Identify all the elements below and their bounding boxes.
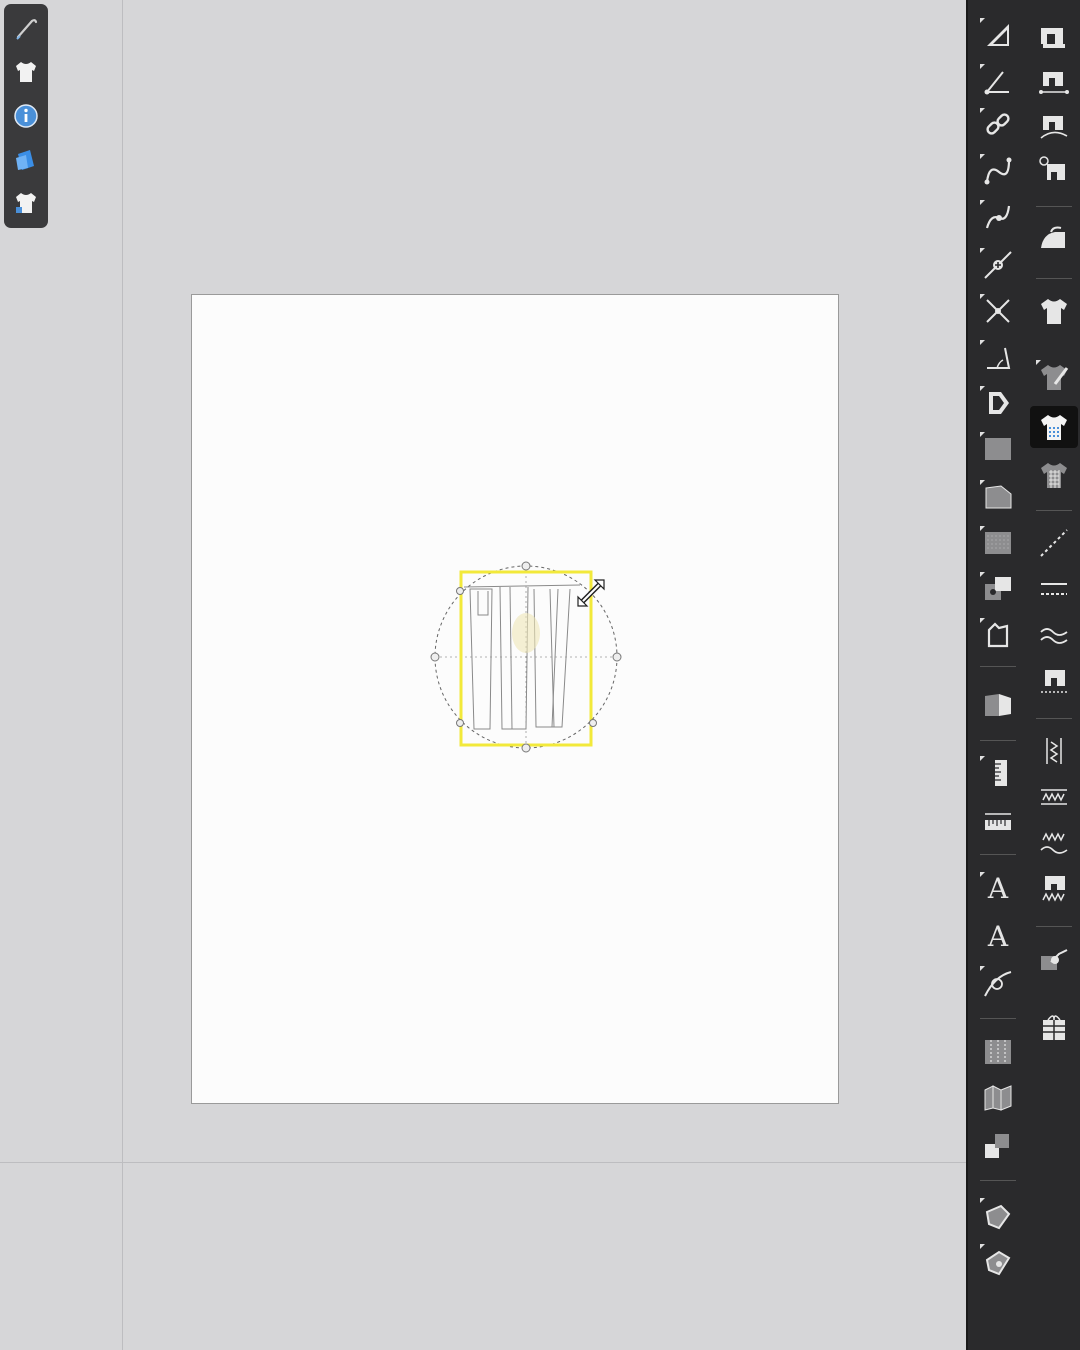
- pleat-icon[interactable]: [974, 1030, 1022, 1072]
- rotate-piece-icon[interactable]: [974, 382, 1022, 424]
- tshirt-icon[interactable]: [1030, 290, 1078, 332]
- left-tool-palette: [4, 4, 48, 228]
- flyout-indicator: [980, 432, 985, 437]
- gift-box-icon[interactable]: [1030, 1006, 1078, 1048]
- curve-point-icon[interactable]: [974, 196, 1022, 238]
- zigzag-wave-icon[interactable]: [1030, 822, 1078, 864]
- flyout-indicator: [980, 154, 985, 159]
- flyout-indicator: [980, 572, 985, 577]
- sewing-measure-icon[interactable]: [1030, 60, 1078, 102]
- toolbar-separator: [980, 666, 1016, 667]
- toolbar-separator: [1036, 510, 1072, 511]
- toolbar-separator: [1036, 278, 1072, 279]
- toolbar-column-b: [1026, 0, 1080, 1350]
- wave-stitch-icon[interactable]: [1030, 614, 1078, 656]
- polygon-piece-icon[interactable]: [974, 476, 1022, 518]
- flyout-indicator: [980, 200, 985, 205]
- triangle-ruler-icon[interactable]: [974, 14, 1022, 56]
- vertical-guide: [122, 0, 123, 1350]
- flyout-indicator: [980, 18, 985, 23]
- transform-selection[interactable]: [430, 559, 630, 759]
- tshirt-icon[interactable]: [8, 54, 44, 92]
- notch-piece-icon[interactable]: [974, 614, 1022, 656]
- sewing-machine-icon[interactable]: [1030, 14, 1078, 56]
- stack-pieces-icon[interactable]: [974, 1124, 1022, 1166]
- flyout-indicator: [980, 872, 985, 877]
- horizontal-ruler-icon[interactable]: [974, 800, 1022, 842]
- flyout-indicator: [1036, 360, 1041, 365]
- zigzag-fold-icon[interactable]: [974, 1076, 1022, 1118]
- garment-library-icon[interactable]: [8, 184, 44, 222]
- toolbar-separator: [980, 1018, 1016, 1019]
- toolbar-separator: [980, 854, 1016, 855]
- flyout-indicator: [980, 340, 985, 345]
- text-tool-icon[interactable]: A: [974, 868, 1022, 910]
- text-tool-icon-label: A: [987, 872, 1009, 905]
- rectangle-piece-icon[interactable]: [974, 428, 1022, 470]
- flyout-indicator: [980, 248, 985, 253]
- sewing-search-icon[interactable]: [1030, 150, 1078, 192]
- stitch-machine-icon[interactable]: [1030, 660, 1078, 702]
- curve-icon[interactable]: [974, 150, 1022, 192]
- flyout-indicator: [980, 1198, 985, 1203]
- fabric-link-icon[interactable]: [1030, 938, 1078, 980]
- seam-corner-icon[interactable]: [974, 1240, 1022, 1282]
- overlap-pieces-icon[interactable]: [974, 568, 1022, 610]
- toolbar-separator: [980, 740, 1016, 741]
- right-toolbar: AA: [966, 0, 1080, 1350]
- double-stitch-icon[interactable]: [1030, 568, 1078, 610]
- toolbar-column-a: AA: [970, 0, 1026, 1350]
- textured-piece-icon[interactable]: [974, 522, 1022, 564]
- zigzag-vertical-icon[interactable]: [1030, 730, 1078, 772]
- angle-measure-icon[interactable]: [974, 336, 1022, 378]
- flyout-indicator: [980, 480, 985, 485]
- flyout-indicator: [980, 294, 985, 299]
- checker-garment-icon[interactable]: [1030, 454, 1078, 496]
- fold-piece-icon[interactable]: [974, 684, 1022, 726]
- dashed-line-icon[interactable]: [1030, 522, 1078, 564]
- needle-icon[interactable]: [8, 10, 44, 48]
- flyout-indicator: [980, 108, 985, 113]
- seam-allowance-icon[interactable]: [974, 1194, 1022, 1236]
- brush-garment-icon[interactable]: [1030, 356, 1078, 398]
- toolbar-separator: [1036, 206, 1072, 207]
- flyout-indicator: [980, 756, 985, 761]
- horizontal-guide: [0, 1162, 966, 1163]
- zigzag-horizontal-icon[interactable]: [1030, 776, 1078, 818]
- toolbar-separator: [1036, 926, 1072, 927]
- flyout-indicator: [980, 64, 985, 69]
- text-style-icon-label: A: [987, 920, 1009, 953]
- text-on-path-icon[interactable]: [974, 962, 1022, 1004]
- intersect-icon[interactable]: [974, 290, 1022, 332]
- info-icon[interactable]: [8, 97, 44, 135]
- text-style-icon[interactable]: A: [974, 916, 1022, 958]
- flyout-indicator: [980, 1244, 985, 1249]
- sewing-curve-icon[interactable]: [1030, 104, 1078, 146]
- fabric-swatch-icon[interactable]: [8, 141, 44, 179]
- toolbar-separator: [980, 1180, 1016, 1181]
- flyout-indicator: [980, 966, 985, 971]
- iron-icon[interactable]: [1030, 218, 1078, 260]
- pattern-fill-garment-icon[interactable]: [1030, 406, 1078, 448]
- vertical-ruler-icon[interactable]: [974, 752, 1022, 794]
- link-icon[interactable]: [974, 104, 1022, 146]
- flyout-indicator: [980, 386, 985, 391]
- toolbar-separator: [1036, 718, 1072, 719]
- flyout-indicator: [980, 526, 985, 531]
- angle-point-icon[interactable]: [974, 60, 1022, 102]
- artboard[interactable]: [191, 294, 839, 1104]
- flyout-indicator: [980, 618, 985, 623]
- machine-zigzag-icon[interactable]: [1030, 868, 1078, 910]
- add-point-icon[interactable]: [974, 244, 1022, 286]
